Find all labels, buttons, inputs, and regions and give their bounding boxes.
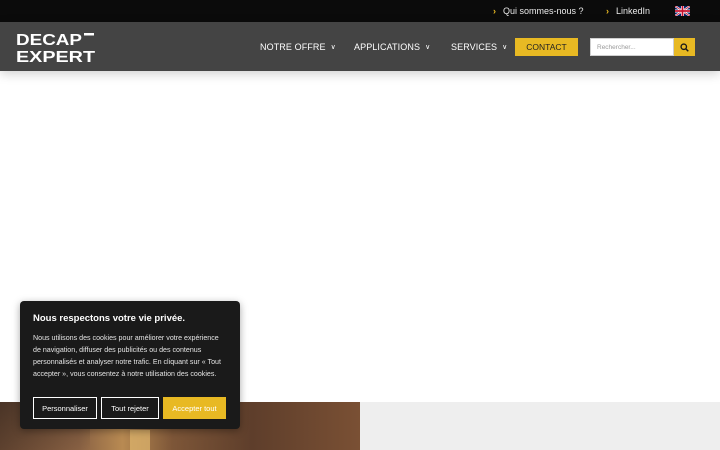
chevron-down-icon: ∨ [502,43,508,51]
cookie-consent-banner: Nous respectons votre vie privée. Nous u… [20,301,240,429]
logo-line1: DECAP [16,32,82,49]
customize-cookies-button[interactable]: Personnaliser [33,397,97,419]
chevron-right-icon: › [606,6,609,16]
nav-services-label: SERVICES [451,41,498,52]
chevron-right-icon: › [493,6,496,16]
nav-services[interactable]: SERVICES ∨ [451,22,507,71]
chevron-down-icon: ∨ [330,43,336,51]
search-form [590,38,695,56]
grey-content-panel [360,402,720,450]
about-link[interactable]: › Qui sommes-nous ? [493,0,584,22]
main-navbar: DECAP EXPERT NOTRE OFFRE ∨ APPLICATIONS … [0,22,720,71]
accept-all-button[interactable]: Accepter tout [163,397,226,419]
chevron-down-icon: ∨ [425,43,431,51]
search-button[interactable] [674,38,695,56]
logo-line2: EXPERT [16,49,95,64]
about-link-label: Qui sommes-nous ? [503,6,584,16]
nav-notre-offre-label: NOTRE OFFRE [260,41,326,52]
search-icon [680,42,689,52]
cookie-actions: Personnaliser Tout rejeter Accepter tout [33,397,226,419]
cookie-title: Nous respectons votre vie privée. [33,313,186,324]
reject-all-button[interactable]: Tout rejeter [101,397,159,419]
cookie-description: Nous utilisons des cookies pour améliore… [33,334,221,378]
search-input[interactable] [590,38,674,56]
decap-expert-logo[interactable]: DECAP EXPERT [16,30,96,64]
top-utility-bar: › Qui sommes-nous ? › LinkedIn [0,0,720,22]
uk-flag-icon[interactable] [675,6,690,16]
nav-applications-label: APPLICATIONS [354,41,421,52]
page: › Qui sommes-nous ? › LinkedIn DECAP EXP… [0,0,720,450]
linkedin-link[interactable]: › LinkedIn [606,0,650,22]
nav-notre-offre[interactable]: NOTRE OFFRE ∨ [260,22,336,71]
nav-applications[interactable]: APPLICATIONS ∨ [354,22,430,71]
contact-button[interactable]: CONTACT [515,38,578,56]
linkedin-link-label: LinkedIn [616,6,651,16]
